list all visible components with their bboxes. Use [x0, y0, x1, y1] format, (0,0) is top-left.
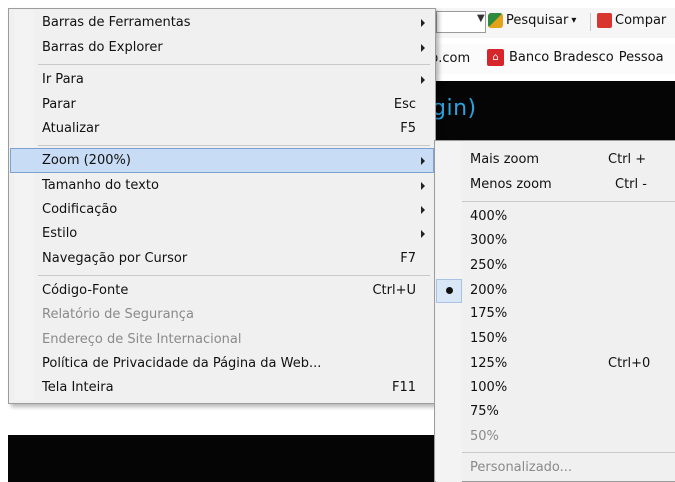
menu-separator	[38, 145, 430, 146]
menu-item-go-to[interactable]: Ir Para	[42, 69, 84, 91]
zoom-item-400[interactable]: 400%	[470, 206, 507, 228]
submenu-arrow-icon	[421, 206, 425, 214]
search-dropdown-icon[interactable]: ▾	[571, 15, 576, 26]
menu-item-zoom[interactable]: Zoom (200%)	[42, 150, 131, 172]
zoom-item-300[interactable]: 300%	[470, 230, 507, 252]
submenu-icon-gutter	[436, 142, 462, 482]
shortcut-zoom-125: Ctrl+0	[608, 356, 651, 371]
menu-item-text-size[interactable]: Tamanho do texto	[42, 175, 159, 197]
menu-item-explorer-bars[interactable]: Barras do Explorer	[42, 37, 163, 59]
shortcut-stop: Esc	[393, 97, 416, 112]
zoom-item-250[interactable]: 250%	[470, 255, 507, 277]
shortcut-caret-browsing: F7	[400, 251, 416, 266]
radio-bullet-icon	[446, 287, 453, 294]
page-login-text[interactable]: gin)	[432, 96, 477, 121]
shortcut-full-screen: F11	[391, 380, 416, 395]
compare-icon	[597, 13, 612, 28]
menu-separator	[38, 275, 430, 276]
submenu-arrow-icon	[421, 19, 425, 27]
zoom-item-175[interactable]: 175%	[470, 303, 507, 325]
search-button[interactable]: Pesquisar ▾	[488, 13, 576, 28]
zoom-item-125[interactable]: 125%	[470, 353, 507, 375]
menu-icon-gutter	[14, 10, 34, 400]
page-content-footer	[8, 435, 436, 482]
shortcut-source: Ctrl+U	[372, 283, 416, 298]
menu-item-style[interactable]: Estilo	[42, 223, 77, 245]
menu-item-full-screen[interactable]: Tela Inteira	[42, 377, 114, 399]
bradesco-icon: ⌂	[487, 49, 504, 66]
zoom-item-100[interactable]: 100%	[470, 377, 507, 399]
submenu-arrow-icon	[421, 230, 425, 238]
menu-separator	[38, 64, 430, 65]
submenu-arrow-icon	[421, 157, 425, 165]
shortcut-refresh: F5	[400, 121, 416, 136]
submenu-arrow-icon	[421, 44, 425, 52]
search-provider-icon	[488, 13, 503, 28]
shortcut-zoom-out: Ctrl -	[615, 177, 647, 192]
compare-button-label: Compar	[615, 13, 667, 28]
menu-item-source[interactable]: Código-Fonte	[42, 280, 128, 302]
submenu-separator	[462, 452, 675, 453]
favorite-pessoa-label[interactable]: Pessoa	[619, 50, 664, 65]
toolbar-divider	[590, 13, 591, 31]
zoom-item-200[interactable]: 200%	[470, 280, 507, 302]
zoom-item-75[interactable]: 75%	[470, 401, 499, 423]
zoom-item-150[interactable]: 150%	[470, 328, 507, 350]
menu-item-refresh[interactable]: Atualizar	[42, 118, 99, 140]
zoom-item-zoom-out[interactable]: Menos zoom	[470, 174, 552, 196]
chevron-down-icon[interactable]: ▼	[477, 13, 485, 24]
shortcut-zoom-in: Ctrl +	[608, 152, 647, 167]
search-button-label: Pesquisar	[506, 13, 569, 28]
menu-item-security-report: Relatório de Segurança	[42, 307, 194, 322]
menu-item-stop[interactable]: Parar	[42, 94, 76, 116]
favorite-item-partial[interactable]: b.com	[430, 51, 470, 66]
favorite-bradesco-label: Banco Bradesco	[509, 50, 614, 65]
zoom-item-50: 50%	[470, 429, 499, 444]
menu-item-privacy-policy[interactable]: Política de Privacidade da Página da Web…	[42, 353, 321, 375]
compare-button[interactable]: Compar	[597, 13, 666, 28]
favorite-item-bradesco[interactable]: ⌂ Banco Bradesco Pessoa	[487, 49, 664, 66]
menu-item-international-address: Endereço de Site Internacional	[42, 332, 242, 347]
submenu-arrow-icon	[421, 182, 425, 190]
menu-item-encoding[interactable]: Codificação	[42, 199, 117, 221]
menu-item-caret-browsing[interactable]: Navegação por Cursor	[42, 248, 187, 270]
menu-item-toolbars[interactable]: Barras de Ferramentas	[42, 12, 191, 34]
zoom-item-zoom-in[interactable]: Mais zoom	[470, 149, 539, 171]
submenu-separator	[462, 201, 675, 202]
submenu-arrow-icon	[421, 76, 425, 84]
zoom-item-custom[interactable]: Personalizado...	[470, 457, 572, 479]
